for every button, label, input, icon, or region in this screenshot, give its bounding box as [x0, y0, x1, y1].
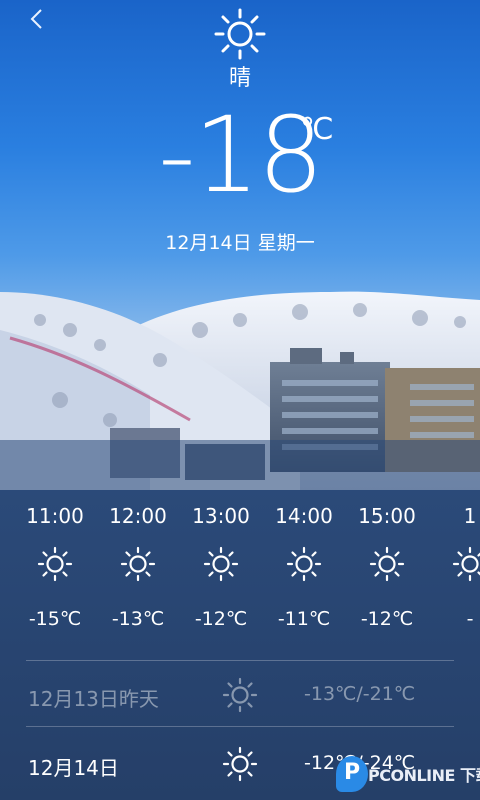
temperature-unit: ℃	[300, 112, 334, 147]
sun-icon	[214, 8, 266, 60]
hourly-time: 13:00	[192, 504, 250, 528]
hourly-temp: -15℃	[28, 608, 82, 630]
sun-icon	[203, 546, 239, 582]
chevron-left-icon	[30, 9, 42, 29]
hourly-time: 15:00	[358, 504, 416, 528]
day-temp-range: -13℃/-21℃	[304, 683, 416, 705]
hourly-time: 11:00	[26, 504, 84, 528]
hourly-temp: -12℃	[194, 608, 248, 630]
hourly-time: 14:00	[275, 504, 333, 528]
hourly-time: 1	[463, 504, 477, 528]
hourly-temp: -13℃	[111, 608, 165, 630]
day-date: 12月14日	[28, 756, 119, 780]
sun-icon	[222, 746, 258, 782]
sun-icon	[37, 546, 73, 582]
weather-hero: 晴 -18 ℃ 12月14日 星期一	[0, 0, 480, 490]
weather-condition: 晴	[228, 66, 251, 91]
sun-icon	[369, 546, 405, 582]
watermark-logo: P	[336, 756, 368, 792]
daily-row-yesterday: 12月13日昨天 -13℃/-21℃	[0, 665, 480, 725]
sun-icon	[452, 546, 480, 582]
sun-icon	[286, 546, 322, 582]
day-date: 12月13日昨天	[28, 687, 159, 711]
current-date: 12月14日 星期一	[165, 232, 315, 254]
hourly-temp: -11℃	[277, 608, 331, 630]
sun-icon	[222, 677, 258, 713]
divider	[26, 726, 454, 727]
sun-icon	[120, 546, 156, 582]
current-temperature: -18 ℃	[0, 100, 480, 210]
watermark-text: PCONLINE 下载	[368, 766, 480, 785]
divider	[26, 660, 454, 661]
back-button[interactable]	[22, 8, 50, 36]
hourly-temp: -12℃	[360, 608, 414, 630]
hourly-temp: -	[466, 608, 474, 630]
hourly-forecast[interactable]: 11:00 -15℃ 12:00 -13℃ 13:00 -12℃ 14:00 -11℃ 15:0…	[0, 490, 480, 650]
pconline-watermark: P PCONLINE 下载	[334, 752, 480, 794]
hourly-time: 12:00	[109, 504, 167, 528]
temperature-value: -18	[158, 94, 324, 216]
